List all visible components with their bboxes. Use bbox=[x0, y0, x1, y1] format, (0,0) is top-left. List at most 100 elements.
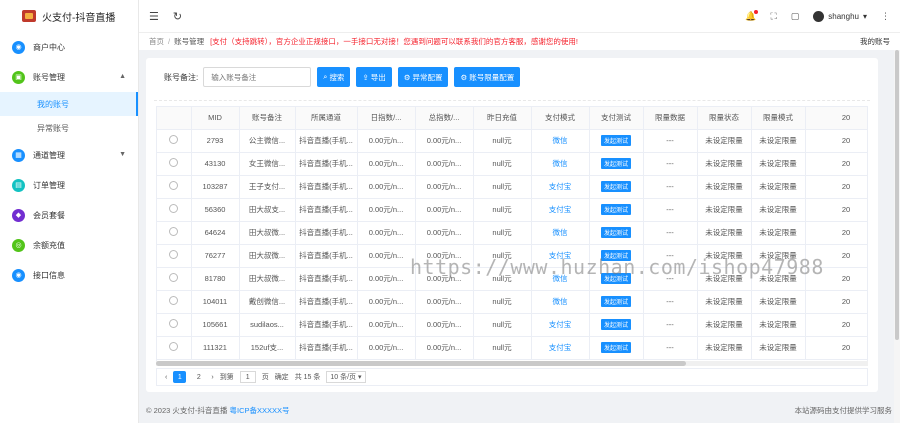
sidebar-item-0[interactable]: ◉ 商户中心 bbox=[0, 32, 138, 62]
cell-total: 0.00元/n... bbox=[415, 175, 474, 199]
notification-bell-icon[interactable]: 🔔 bbox=[745, 9, 759, 22]
more-vertical-icon[interactable]: ⋮ bbox=[881, 11, 890, 22]
table-row[interactable]: 56360 田大叔支... 抖音直播(手机... 0.00元/n... 0.00元/n.… bbox=[157, 198, 867, 222]
row-radio[interactable] bbox=[169, 227, 179, 236]
cell-remark: 田大叔微... bbox=[239, 221, 296, 245]
copyright-text: © 2023 火支付-抖音直播 bbox=[146, 406, 228, 415]
lock-icon[interactable]: ▢ bbox=[791, 11, 800, 22]
cell-remark: 公主微信... bbox=[239, 129, 296, 153]
sidebar-subitem-1[interactable]: 异常账号 bbox=[0, 116, 138, 140]
cell-extra: 20 bbox=[805, 175, 867, 199]
cell-day: 0.00元/n... bbox=[357, 336, 416, 360]
cell-yesterday: null元 bbox=[473, 244, 532, 268]
row-radio[interactable] bbox=[169, 250, 179, 259]
user-menu[interactable]: shanghu ▾ bbox=[813, 10, 867, 22]
sidebar-item-4[interactable]: ◆ 会员套餐 bbox=[0, 200, 138, 230]
page-size-select[interactable]: 10 条/页 ▾ bbox=[326, 371, 366, 383]
abnormal-config-button[interactable]: ⚙ 异常配置 bbox=[397, 67, 449, 87]
menu-toggle-icon[interactable]: ☰ bbox=[149, 10, 159, 23]
cell-limit-mode: 未设定限量 bbox=[751, 244, 806, 268]
table-row[interactable]: 104011 戴创微信... 抖音直播(手机... 0.00元/n... 0.00元/n… bbox=[157, 290, 867, 314]
cell-channel: 抖音直播(手机... bbox=[295, 175, 358, 199]
chevron-down-icon: ▾ bbox=[862, 11, 867, 21]
tab-my-account[interactable]: 我的账号 bbox=[860, 36, 890, 47]
table-row[interactable]: 43130 女王微信... 抖音直播(手机... 0.00元/n... 0.00元/n.… bbox=[157, 152, 867, 176]
username: shanghu bbox=[828, 11, 859, 21]
cell-mode: 微信 bbox=[531, 129, 590, 153]
table-row[interactable]: 81780 田大叔微... 抖音直播(手机... 0.00元/n... 0.00元/n.… bbox=[157, 267, 867, 291]
column-header: 限量状态 bbox=[697, 107, 752, 130]
app-title: 火支付-抖音直播 bbox=[42, 12, 116, 24]
sidebar-item-5[interactable]: ◎ 余额充值 bbox=[0, 230, 138, 260]
row-radio[interactable] bbox=[169, 342, 179, 351]
cell-mode: 微信 bbox=[531, 221, 590, 245]
scrollbar-thumb[interactable] bbox=[156, 361, 686, 366]
sidebar-item-1[interactable]: ▣ 账号管理 ▲ bbox=[0, 62, 138, 92]
pay-test-button[interactable]: 发起测试 bbox=[600, 273, 631, 284]
cell-limit-data: --- bbox=[643, 175, 698, 199]
icp-link[interactable]: 粤ICP备XXXXX号 bbox=[229, 406, 289, 415]
sidebar-item-3[interactable]: ▤ 订单管理 bbox=[0, 170, 138, 200]
row-radio[interactable] bbox=[169, 181, 179, 190]
prev-page-icon[interactable]: ‹ bbox=[165, 374, 167, 381]
cell-test: 发起测试 bbox=[589, 244, 644, 268]
row-select-cell bbox=[157, 198, 192, 222]
app-logo[interactable]: 火支付-抖音直播 bbox=[0, 0, 138, 32]
row-radio[interactable] bbox=[169, 204, 179, 213]
sidebar-item-2[interactable]: ▦ 通道管理 ▼ bbox=[0, 140, 138, 170]
next-page-icon[interactable]: › bbox=[211, 374, 213, 381]
row-radio[interactable] bbox=[169, 273, 179, 282]
page-1[interactable]: 1 bbox=[173, 371, 187, 383]
fullscreen-icon[interactable]: ⛶ bbox=[770, 11, 776, 22]
cell-limit-mode: 未设定限量 bbox=[751, 290, 806, 314]
cell-mid: 43130 bbox=[191, 152, 240, 176]
cell-extra: 20 bbox=[805, 244, 867, 268]
cell-extra: 20 bbox=[805, 336, 867, 360]
row-radio[interactable] bbox=[169, 135, 179, 144]
cell-day: 0.00元/n... bbox=[357, 267, 416, 291]
pay-test-button[interactable]: 发起测试 bbox=[600, 250, 631, 261]
sidebar-subitem-0[interactable]: 我的账号 bbox=[0, 92, 138, 116]
pay-test-button[interactable]: 发起测试 bbox=[600, 296, 631, 307]
breadcrumb-home[interactable]: 首页 bbox=[149, 36, 164, 47]
pay-test-button[interactable]: 发起测试 bbox=[600, 181, 631, 192]
pay-test-button[interactable]: 发起测试 bbox=[600, 204, 631, 215]
cell-mid: 64624 bbox=[191, 221, 240, 245]
goto-confirm-button[interactable]: 确定 bbox=[275, 372, 289, 382]
pay-test-button[interactable]: 发起测试 bbox=[600, 342, 631, 353]
limit-config-button[interactable]: ⚙ 账号限量配置 bbox=[454, 67, 521, 87]
row-radio[interactable] bbox=[169, 158, 179, 167]
pay-test-button[interactable]: 发起测试 bbox=[600, 319, 631, 330]
pay-test-button[interactable]: 发起测试 bbox=[600, 158, 631, 169]
cell-remark: 田大叔支... bbox=[239, 198, 296, 222]
cell-channel: 抖音直播(手机... bbox=[295, 129, 358, 153]
refresh-icon[interactable]: ↻ bbox=[173, 10, 182, 23]
cell-limit-data: --- bbox=[643, 129, 698, 153]
pagination: ‹ 1 2 › 到第 1 页 确定 共 15 条 10 条/页 ▾ bbox=[156, 368, 868, 386]
table-row[interactable]: 64624 田大叔微... 抖音直播(手机... 0.00元/n... 0.00元/n.… bbox=[157, 221, 867, 245]
pay-test-button[interactable]: 发起测试 bbox=[600, 227, 631, 238]
export-icon: ⇪ bbox=[362, 72, 369, 82]
sidebar-item-6[interactable]: ◉ 接口信息 bbox=[0, 260, 138, 290]
cell-mid: 111321 bbox=[191, 336, 240, 360]
row-radio[interactable] bbox=[169, 296, 179, 305]
page-2[interactable]: 2 bbox=[192, 371, 205, 383]
search-button[interactable]: ⌕ 搜索 bbox=[317, 67, 351, 87]
pay-test-button[interactable]: 发起测试 bbox=[600, 135, 631, 146]
remark-search-input[interactable] bbox=[203, 67, 312, 87]
table-row[interactable]: 111321 152uf支... 抖音直播(手机... 0.00元/n... 0.00元… bbox=[157, 336, 867, 360]
cell-total: 0.00元/n... bbox=[415, 267, 474, 291]
table-row[interactable]: 2793 公主微信... 抖音直播(手机... 0.00元/n... 0.00元/n..… bbox=[157, 129, 867, 153]
cell-limit-mode: 未设定限量 bbox=[751, 175, 806, 199]
cell-limit-status: 未设定限量 bbox=[697, 313, 752, 337]
vertical-scrollbar-thumb[interactable] bbox=[895, 50, 899, 340]
table-row[interactable]: 103287 王子支付... 抖音直播(手机... 0.00元/n... 0.00元/n… bbox=[157, 175, 867, 199]
horizontal-scrollbar[interactable] bbox=[156, 361, 868, 366]
cell-yesterday: null元 bbox=[473, 267, 532, 291]
table-row[interactable]: 105661 sudilaos... 抖音直播(手机... 0.00元/n... 0.0… bbox=[157, 313, 867, 337]
vertical-scrollbar[interactable] bbox=[894, 50, 900, 423]
table-row[interactable]: 76277 田大叔微... 抖音直播(手机... 0.00元/n... 0.00元/n.… bbox=[157, 244, 867, 268]
goto-page-input[interactable]: 1 bbox=[239, 371, 256, 383]
export-button[interactable]: ⇪ 导出 bbox=[356, 67, 392, 87]
row-radio[interactable] bbox=[169, 319, 179, 328]
